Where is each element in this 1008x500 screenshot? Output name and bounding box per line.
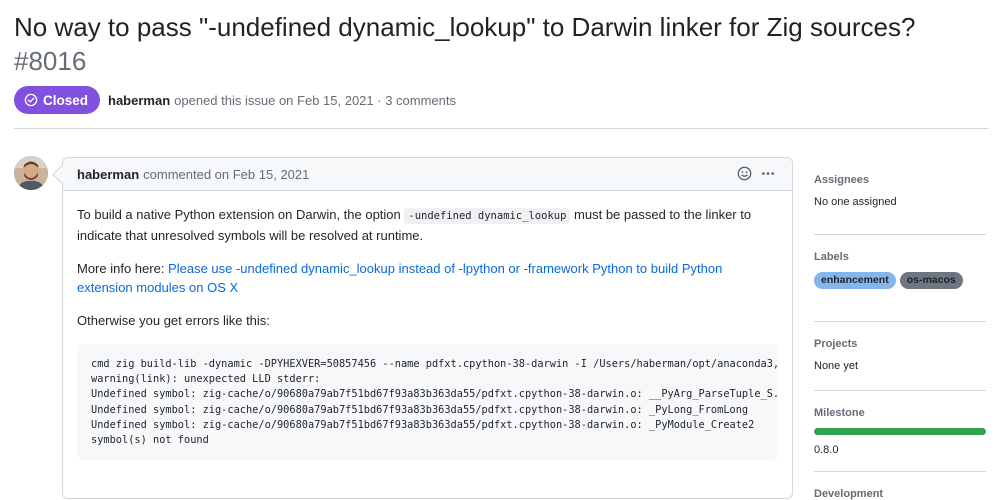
comment-paragraph-3: Otherwise you get errors like this: <box>77 313 270 328</box>
sidebar: Assignees No one assigned Labels enhance… <box>814 158 986 500</box>
state-badge: Closed <box>14 86 101 114</box>
comment-paragraph-2: More info here: Please use -undefined dy… <box>77 261 723 295</box>
issue-meta: Closed haberman opened this issue on Feb… <box>14 86 456 114</box>
milestone-progress-bar <box>814 428 986 435</box>
assignees-value: No one assigned <box>814 196 897 208</box>
comment-date[interactable]: commented on Feb 15, 2021 <box>143 167 309 182</box>
comment-header: haberman commented on Feb 15, 2021 <box>63 158 792 191</box>
comment-author-link[interactable]: haberman <box>77 167 139 182</box>
sidebar-assignees: Assignees No one assigned <box>814 158 986 234</box>
check-circle-icon <box>24 93 38 107</box>
avatar[interactable] <box>14 156 48 190</box>
issue-title-text: No way to pass "-undefined dynamic_looku… <box>14 12 916 42</box>
labels-title[interactable]: Labels <box>814 251 986 263</box>
state-label: Closed <box>43 92 89 108</box>
projects-value: None yet <box>814 360 859 372</box>
sidebar-milestone: Milestone 0.8.0 <box>814 391 986 471</box>
comment-paragraph-1: To build a native Python extension on Da… <box>77 207 752 243</box>
header-divider <box>14 128 988 129</box>
assignees-title[interactable]: Assignees <box>814 174 986 186</box>
smiley-icon[interactable] <box>737 166 752 181</box>
sidebar-development: Development <box>814 472 986 500</box>
milestone-value[interactable]: 0.8.0 <box>814 444 986 456</box>
projects-title[interactable]: Projects <box>814 338 986 350</box>
code-block: cmd zig build-lib -dynamic -DPYHEXVER=50… <box>77 344 778 460</box>
development-title[interactable]: Development <box>814 488 986 500</box>
sidebar-projects: Projects None yet <box>814 322 986 390</box>
label-enhancement[interactable]: enhancement <box>814 272 896 289</box>
issue-author-link[interactable]: haberman <box>108 93 170 108</box>
comment-body: To build a native Python extension on Da… <box>63 191 792 460</box>
issue-title: No way to pass "-undefined dynamic_looku… <box>14 10 994 78</box>
more-info-link[interactable]: Please use -undefined dynamic_lookup ins… <box>77 261 722 295</box>
kebab-menu-icon[interactable] <box>760 166 776 181</box>
sidebar-labels: Labels enhancement os-macos <box>814 235 986 321</box>
inline-code: -undefined dynamic_lookup <box>404 208 571 224</box>
issue-opened-text: opened this issue on Feb 15, 2021 · 3 co… <box>174 92 456 108</box>
label-os-macos[interactable]: os-macos <box>899 272 963 289</box>
labels-list: enhancement os-macos <box>814 272 986 289</box>
comment-actions <box>737 166 776 181</box>
milestone-title[interactable]: Milestone <box>814 407 986 419</box>
comment-box: haberman commented on Feb 15, 2021 To bu… <box>62 157 793 499</box>
issue-number: #8016 <box>14 46 87 76</box>
